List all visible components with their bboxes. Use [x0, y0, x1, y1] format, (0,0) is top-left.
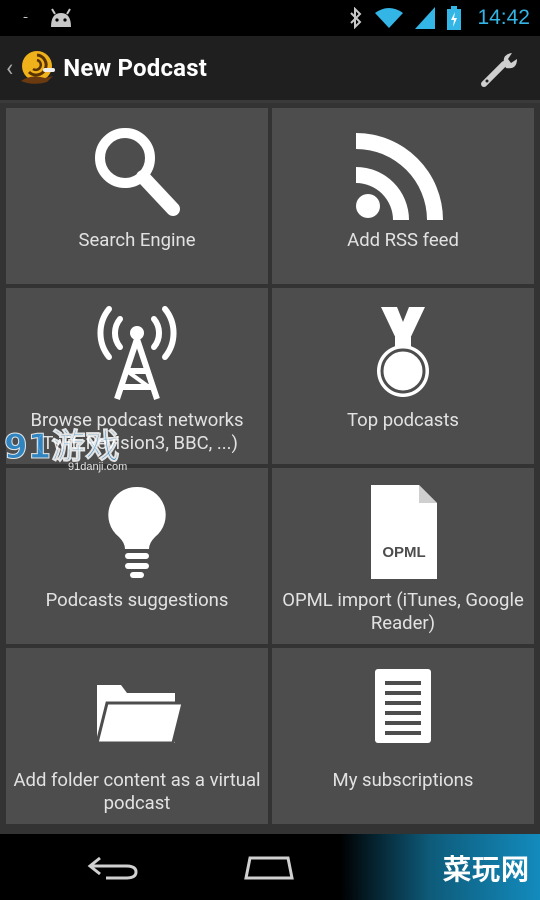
wifi-icon	[375, 8, 404, 28]
page-title: New Podcast	[63, 54, 208, 82]
antenna-icon	[97, 306, 177, 400]
document-list-icon	[375, 669, 431, 743]
android-debug-icon	[51, 8, 71, 27]
tile-add-rss-feed[interactable]: Add RSS feed	[272, 108, 534, 284]
tile-podcasts-suggestions[interactable]: Podcasts suggestions	[6, 468, 268, 644]
tile-label: My subscriptions	[332, 769, 474, 791]
home-icon[interactable]	[240, 852, 298, 882]
tile-label: Add folder content as a virtual podcast	[13, 769, 261, 814]
watermark-caiwan: 菜玩网	[442, 853, 530, 886]
opml-icon-text: OPML	[382, 544, 425, 561]
signal-icon	[415, 7, 436, 29]
app-logo-icon	[21, 51, 56, 84]
tile-label: Top podcasts	[347, 409, 459, 431]
tile-label: Add RSS feed	[347, 229, 459, 251]
tile-label: Search Engine	[78, 229, 196, 251]
opml-file-icon: OPML	[371, 485, 437, 579]
search-icon	[95, 128, 180, 216]
tile-add-folder-content[interactable]: Add folder content as a virtual podcast	[6, 648, 268, 824]
up-caret-icon: ‹	[6, 54, 14, 82]
tile-label: OPML import (iTunes, Google Reader)	[282, 589, 524, 634]
settings-wrench-icon[interactable]	[480, 50, 522, 90]
back-icon[interactable]	[86, 852, 140, 882]
up-home-button[interactable]: ‹ New Podcast	[0, 36, 207, 100]
flash-icon	[18, 9, 33, 27]
tile-top-podcasts[interactable]: Top podcasts	[272, 288, 534, 464]
watermark-91-sub: 91danji.com	[68, 461, 127, 473]
tile-opml-import[interactable]: OPML OPML import (iTunes, Google Reader)	[272, 468, 534, 644]
tile-my-subscriptions[interactable]: My subscriptions	[272, 648, 534, 824]
tile-label: Podcasts suggestions	[45, 589, 229, 611]
folder-icon	[95, 685, 185, 745]
status-time: 14:42	[477, 6, 530, 29]
medal-icon	[377, 307, 429, 397]
watermark-banner: 菜玩网	[340, 834, 540, 900]
rss-icon	[356, 133, 443, 220]
navigation-bar: 菜玩网	[0, 834, 540, 900]
tile-search-engine[interactable]: Search Engine	[6, 108, 268, 284]
bluetooth-icon	[350, 7, 362, 29]
status-bar: 14:42	[0, 0, 540, 36]
lightbulb-icon	[108, 486, 166, 578]
watermark-91: 91游戏 91danji.com	[2, 424, 142, 476]
battery-charging-icon	[447, 6, 462, 30]
action-bar: ‹ New Podcast	[0, 36, 540, 103]
